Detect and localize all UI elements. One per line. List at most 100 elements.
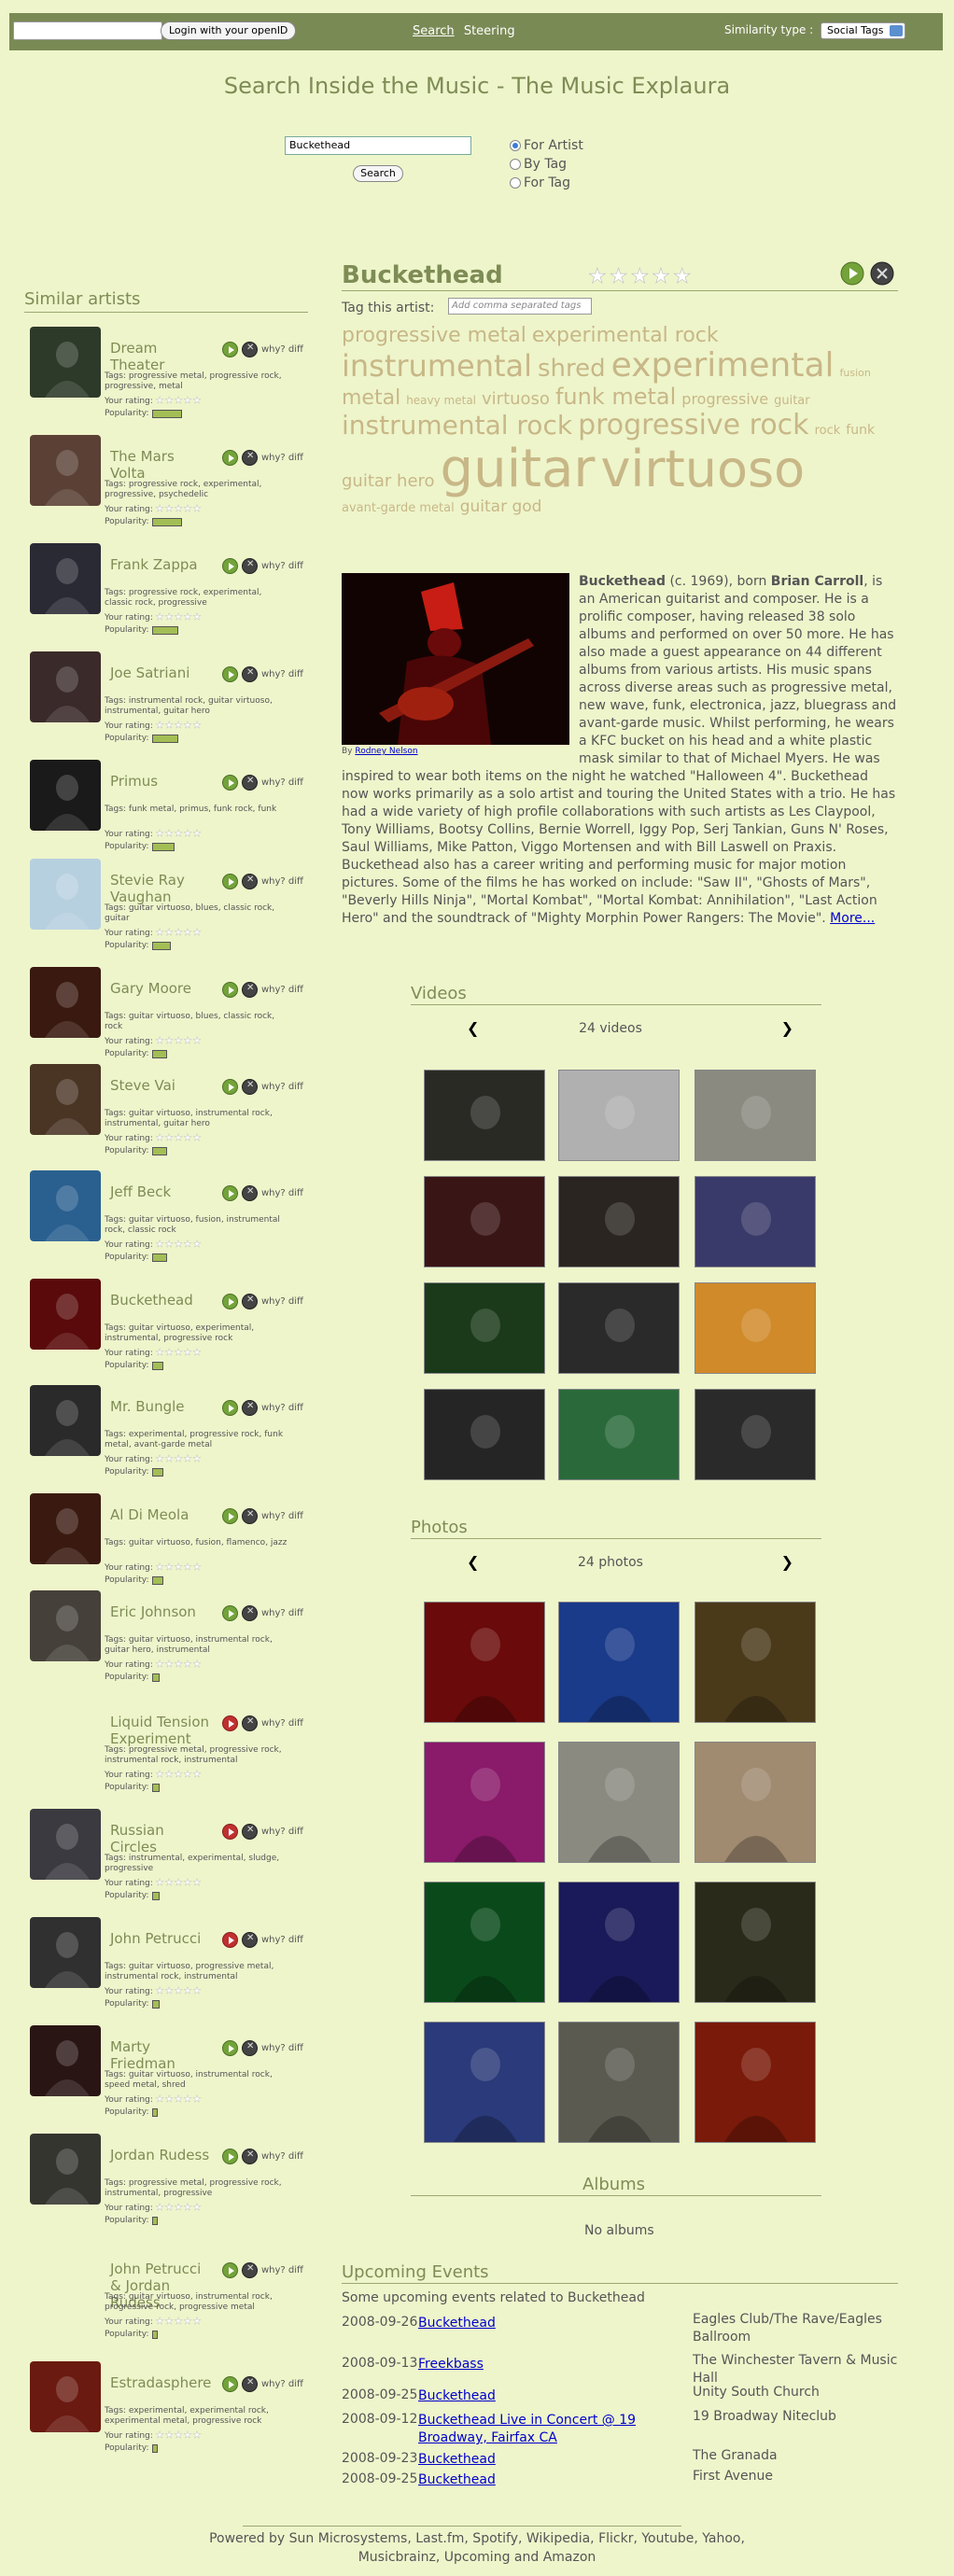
tag-cloud-item[interactable]: experimental rock <box>532 324 719 347</box>
stop-icon[interactable] <box>242 2376 258 2392</box>
rating-stars[interactable]: ★★★★★ <box>155 721 203 731</box>
radio-icon[interactable] <box>510 177 521 189</box>
artist-thumbnail[interactable] <box>30 2134 101 2205</box>
video-thumbnail[interactable] <box>424 1176 545 1267</box>
play-icon[interactable] <box>222 450 238 466</box>
artist-thumbnail[interactable] <box>30 435 101 506</box>
artist-thumbnail[interactable] <box>30 1493 101 1564</box>
radio-for-tag[interactable]: For Tag <box>510 174 583 192</box>
play-icon[interactable] <box>222 1605 238 1621</box>
tag-cloud-item[interactable]: experimental <box>611 347 835 385</box>
photo-thumbnail[interactable] <box>424 1882 545 2003</box>
photo-thumbnail[interactable] <box>558 1882 680 2003</box>
rating-stars[interactable]: ★★★★★ <box>155 504 203 514</box>
videos-prev-button[interactable]: ❮ <box>467 1017 479 1040</box>
photo-thumbnail[interactable] <box>424 1602 545 1723</box>
rating-stars[interactable]: ★★★★★ <box>155 1036 203 1046</box>
artist-thumbnail[interactable] <box>30 651 101 722</box>
photos-prev-button[interactable]: ❮ <box>467 1551 479 1574</box>
stop-icon[interactable] <box>870 261 894 286</box>
stop-icon[interactable] <box>242 1605 258 1621</box>
radio-for-artist[interactable]: For Artist <box>510 136 583 155</box>
stop-icon[interactable] <box>242 982 258 998</box>
video-thumbnail[interactable] <box>694 1070 816 1161</box>
similar-artist-name[interactable]: Gary Moore <box>110 980 213 997</box>
rating-stars[interactable]: ★★★★★ <box>155 396 203 406</box>
tag-cloud-item[interactable]: fusion <box>840 368 871 379</box>
why-diff-link[interactable]: why? diff <box>261 1608 303 1618</box>
similar-artist-name[interactable]: Estradasphere <box>110 2374 213 2391</box>
tag-cloud-item[interactable]: progressive rock <box>578 410 809 441</box>
photo-thumbnail[interactable] <box>558 1602 680 1723</box>
artist-thumbnail[interactable] <box>30 1170 101 1241</box>
video-thumbnail[interactable] <box>558 1282 680 1374</box>
similar-artist-name[interactable]: Frank Zappa <box>110 556 213 573</box>
nav-steering-link[interactable]: Steering <box>464 24 515 38</box>
tag-cloud-item[interactable]: guitar god <box>460 497 542 516</box>
rating-stars[interactable]: ★★★★★ <box>155 612 203 623</box>
play-icon[interactable] <box>222 666 238 682</box>
similar-artist-name[interactable]: Russian Circles <box>110 1822 213 1855</box>
play-icon[interactable] <box>222 1400 238 1416</box>
artist-thumbnail[interactable] <box>30 1279 101 1350</box>
rating-stars[interactable]: ★★★★★ <box>155 1986 203 1996</box>
why-diff-link[interactable]: why? diff <box>261 453 303 463</box>
similar-artist-name[interactable]: Al Di Meola <box>110 1506 213 1523</box>
artist-thumbnail[interactable] <box>30 1809 101 1880</box>
photo-thumbnail[interactable] <box>424 1742 545 1863</box>
why-diff-link[interactable]: why? diff <box>261 1082 303 1092</box>
stop-icon[interactable] <box>242 775 258 791</box>
photo-thumbnail[interactable] <box>424 2022 545 2143</box>
event-link[interactable]: Buckethead <box>418 2451 661 2469</box>
video-thumbnail[interactable] <box>694 1282 816 1374</box>
artist-thumbnail[interactable] <box>30 543 101 614</box>
play-icon[interactable] <box>222 2376 238 2392</box>
why-diff-link[interactable]: why? diff <box>261 1188 303 1198</box>
rating-stars[interactable]: ★★★★★ <box>155 2094 203 2105</box>
photos-next-button[interactable]: ❯ <box>781 1551 793 1574</box>
artist-thumbnail[interactable] <box>30 1385 101 1456</box>
why-diff-link[interactable]: why? diff <box>261 777 303 788</box>
why-diff-link[interactable]: why? diff <box>261 1827 303 1837</box>
stop-icon[interactable] <box>242 1400 258 1416</box>
tag-cloud-item[interactable]: virtuoso <box>482 389 550 409</box>
rating-stars[interactable]: ★★★★★ <box>155 1770 203 1780</box>
rating-stars[interactable]: ★★★★★ <box>155 1239 203 1250</box>
similar-artist-name[interactable]: Marty Friedman <box>110 2038 213 2072</box>
video-thumbnail[interactable] <box>558 1176 680 1267</box>
video-thumbnail[interactable] <box>424 1070 545 1161</box>
stop-icon[interactable] <box>242 666 258 682</box>
artist-thumbnail[interactable] <box>30 1590 101 1661</box>
video-thumbnail[interactable] <box>424 1389 545 1480</box>
artist-rating-stars[interactable]: ★★★★★ <box>588 265 694 289</box>
play-icon[interactable] <box>222 874 238 889</box>
video-thumbnail[interactable] <box>558 1389 680 1480</box>
video-thumbnail[interactable] <box>694 1176 816 1267</box>
artist-thumbnail[interactable] <box>30 2361 101 2432</box>
stop-icon[interactable] <box>242 1715 258 1731</box>
similar-artist-name[interactable]: Primus <box>110 773 213 790</box>
stop-icon[interactable] <box>242 558 258 574</box>
tag-cloud-item[interactable]: guitar hero <box>342 472 435 491</box>
play-icon[interactable] <box>222 342 238 357</box>
rating-stars[interactable]: ★★★★★ <box>155 2317 203 2327</box>
rating-stars[interactable]: ★★★★★ <box>155 1878 203 1888</box>
similar-artist-name[interactable]: Jordan Rudess <box>110 2147 213 2163</box>
stop-icon[interactable] <box>242 1508 258 1524</box>
stop-icon[interactable] <box>242 1932 258 1948</box>
event-link[interactable]: Buckethead <box>418 2471 661 2489</box>
search-button[interactable]: Search <box>353 165 403 182</box>
play-icon[interactable] <box>222 1508 238 1524</box>
event-link[interactable]: Buckethead Live in Concert @ 19 Broadway… <box>418 2412 661 2447</box>
why-diff-link[interactable]: why? diff <box>261 561 303 571</box>
play-icon[interactable] <box>222 2149 238 2164</box>
similar-artist-name[interactable]: Mr. Bungle <box>110 1398 213 1415</box>
photo-thumbnail[interactable] <box>694 2022 816 2143</box>
nav-search-link[interactable]: Search <box>413 24 455 38</box>
rating-stars[interactable]: ★★★★★ <box>155 829 203 839</box>
tag-artist-input[interactable]: Add comma separated tags <box>448 298 592 315</box>
tag-cloud-item[interactable]: avant-garde metal <box>342 501 455 515</box>
play-icon[interactable] <box>222 2040 238 2056</box>
stop-icon[interactable] <box>242 2040 258 2056</box>
stop-icon[interactable] <box>242 1079 258 1095</box>
